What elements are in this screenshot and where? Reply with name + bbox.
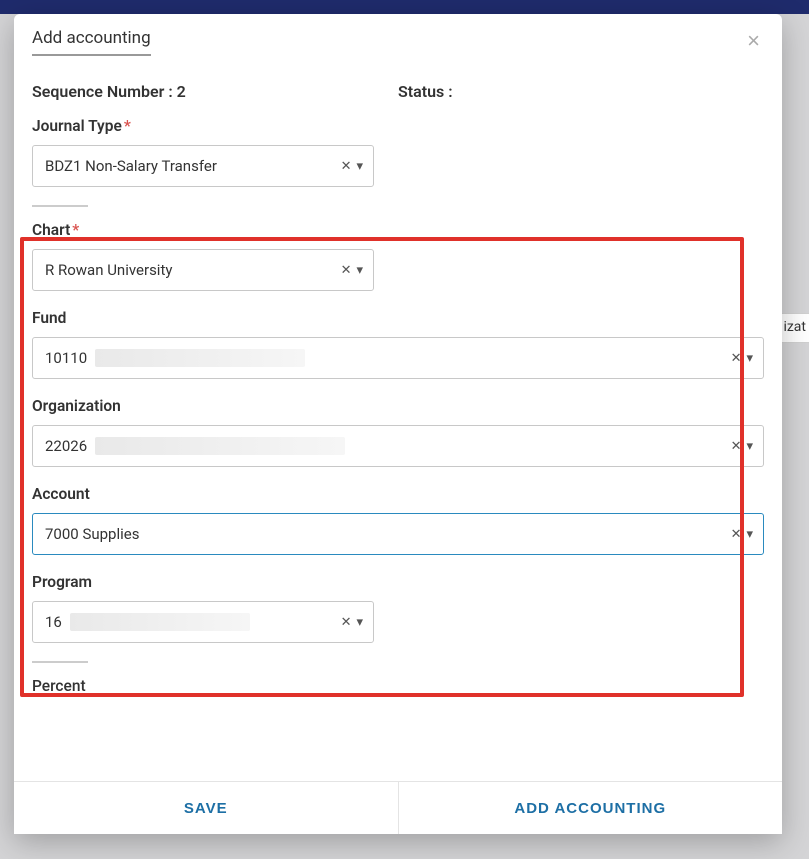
program-select[interactable]: 16 ✕ ▾: [32, 601, 374, 643]
chart-label: Chart*: [32, 221, 764, 239]
sequence-label: Sequence Number :: [32, 82, 173, 101]
add-accounting-button[interactable]: ADD ACCOUNTING: [399, 782, 783, 834]
close-icon: ×: [747, 28, 760, 53]
add-accounting-modal: Add accounting × Sequence Number : 2 Sta…: [14, 14, 782, 834]
account-select[interactable]: 7000 Supplies ✕ ▾: [32, 513, 764, 555]
app-topbar: [0, 0, 809, 14]
redacted-text: [95, 437, 345, 455]
journal-type-label-text: Journal Type: [32, 117, 122, 135]
fund-select[interactable]: 10110 ✕ ▾: [32, 337, 764, 379]
modal-header: Add accounting ×: [14, 14, 782, 60]
section-divider: [32, 205, 88, 207]
required-asterisk: *: [124, 117, 131, 135]
organization-label: Organization: [32, 397, 764, 415]
chart-label-text: Chart: [32, 221, 70, 239]
chevron-down-icon[interactable]: ▾: [746, 527, 753, 542]
fund-label: Fund: [32, 309, 764, 327]
fund-group: Fund 10110 ✕ ▾: [32, 309, 764, 379]
chevron-down-icon[interactable]: ▾: [356, 263, 363, 278]
account-value: 7000 Supplies: [45, 525, 728, 543]
status-label: Status :: [398, 82, 453, 101]
modal-footer: SAVE ADD ACCOUNTING: [14, 781, 782, 834]
program-group: Program 16 ✕ ▾: [32, 573, 764, 643]
status: Status :: [398, 82, 764, 101]
clear-icon[interactable]: ✕: [728, 351, 745, 366]
program-value-text: 16: [45, 613, 62, 631]
chart-group: Chart* R Rowan University ✕ ▾: [32, 221, 764, 291]
form-scroll-area[interactable]: Journal Type* BDZ1 Non-Salary Transfer ✕…: [14, 107, 782, 781]
program-label: Program: [32, 573, 764, 591]
clear-icon[interactable]: ✕: [338, 263, 355, 278]
chevron-down-icon[interactable]: ▾: [746, 439, 753, 454]
modal-title: Add accounting: [32, 28, 151, 56]
required-asterisk: *: [72, 221, 79, 239]
close-button[interactable]: ×: [743, 28, 764, 54]
redacted-text: [95, 349, 305, 367]
chevron-down-icon[interactable]: ▾: [746, 351, 753, 366]
chart-value: R Rowan University: [45, 261, 338, 279]
percent-label: Percent: [32, 677, 764, 695]
organization-value-text: 22026: [45, 437, 87, 455]
clear-icon[interactable]: ✕: [338, 615, 355, 630]
clear-icon[interactable]: ✕: [728, 439, 745, 454]
account-label: Account: [32, 485, 764, 503]
journal-type-value: BDZ1 Non-Salary Transfer: [45, 157, 338, 175]
save-button[interactable]: SAVE: [14, 782, 399, 834]
sequence-value: 2: [177, 82, 186, 101]
journal-type-group: Journal Type* BDZ1 Non-Salary Transfer ✕…: [32, 117, 764, 187]
scroll-spacer: [32, 695, 764, 781]
fund-value: 10110: [45, 349, 728, 367]
background-text-snippet: izat: [780, 313, 809, 343]
program-value: 16: [45, 613, 338, 631]
chart-select[interactable]: R Rowan University ✕ ▾: [32, 249, 374, 291]
clear-icon[interactable]: ✕: [728, 527, 745, 542]
organization-select[interactable]: 22026 ✕ ▾: [32, 425, 764, 467]
chevron-down-icon[interactable]: ▾: [356, 615, 363, 630]
journal-type-select[interactable]: BDZ1 Non-Salary Transfer ✕ ▾: [32, 145, 374, 187]
organization-group: Organization 22026 ✕ ▾: [32, 397, 764, 467]
organization-value: 22026: [45, 437, 728, 455]
meta-row: Sequence Number : 2 Status :: [14, 60, 782, 107]
account-group: Account 7000 Supplies ✕ ▾: [32, 485, 764, 555]
sequence-number: Sequence Number : 2: [32, 82, 398, 101]
clear-icon[interactable]: ✕: [338, 159, 355, 174]
chevron-down-icon[interactable]: ▾: [356, 159, 363, 174]
journal-type-label: Journal Type*: [32, 117, 764, 135]
fund-value-text: 10110: [45, 349, 87, 367]
section-divider: [32, 661, 88, 663]
redacted-text: [70, 613, 250, 631]
